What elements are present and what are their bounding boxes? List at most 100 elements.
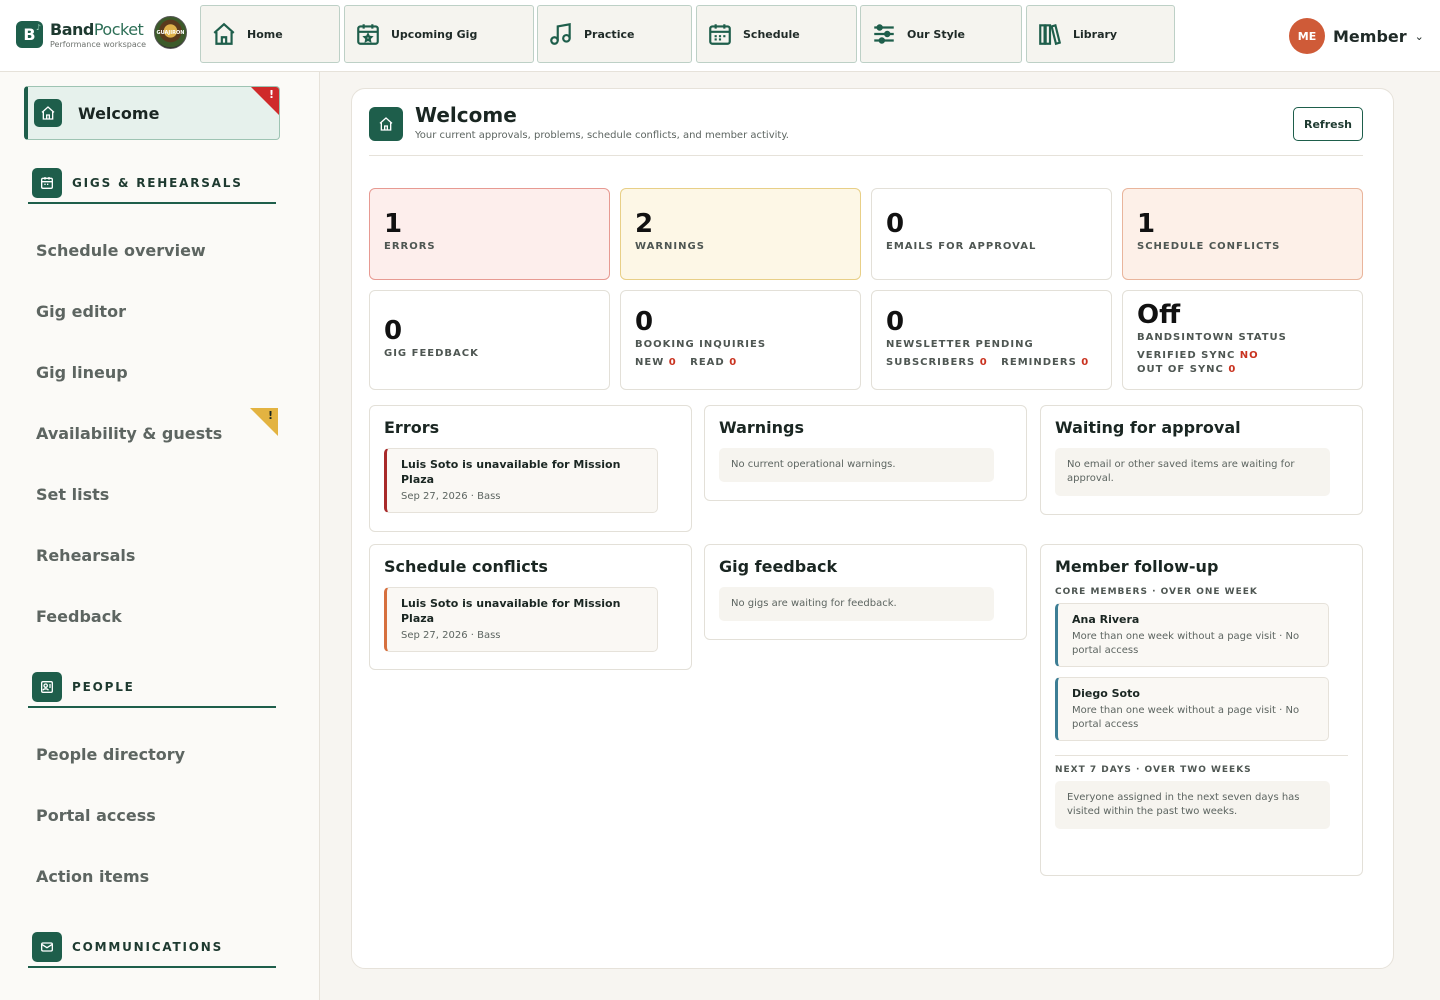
avatar: ME bbox=[1289, 18, 1325, 54]
stat-newsletter-pending[interactable]: 0 NEWSLETTER PENDING SUBSCRIBERS 0 REMIN… bbox=[871, 290, 1112, 390]
band-badge-logo: GUAJIRON bbox=[154, 16, 187, 49]
nav-tab-label: Library bbox=[1073, 27, 1118, 41]
card-title: Waiting for approval bbox=[1055, 418, 1241, 437]
list-item[interactable]: Luis Soto is unavailable for Mission Pla… bbox=[384, 587, 658, 652]
issue-meta: Sep 27, 2026 · Bass bbox=[401, 491, 501, 502]
sidebar-item-gig-editor[interactable]: Gig editor bbox=[36, 302, 126, 321]
subsection-heading: CORE MEMBERS · OVER ONE WEEK bbox=[1055, 587, 1258, 597]
stat-gig-feedback[interactable]: 0 GIG FEEDBACK bbox=[369, 290, 610, 390]
sidebar-item-welcome[interactable]: Welcome ! bbox=[24, 86, 280, 140]
alert-icon: ! bbox=[268, 88, 274, 101]
stat-label: EMAILS FOR APPROVAL bbox=[886, 241, 1037, 252]
sidebar: Welcome ! GIGS & REHEARSALS Schedule ove… bbox=[0, 72, 320, 1000]
list-item[interactable]: Diego Soto More than one week without a … bbox=[1055, 677, 1329, 741]
card-title: Errors bbox=[384, 418, 440, 437]
mail-icon bbox=[32, 932, 62, 962]
nav-tab-home[interactable]: Home bbox=[200, 5, 340, 63]
chevron-down-icon: ⌄ bbox=[1414, 29, 1424, 43]
books-icon bbox=[1039, 23, 1062, 46]
stat-errors[interactable]: 1 ERRORS bbox=[369, 188, 610, 280]
nav-tab-upcoming-gig[interactable]: Upcoming Gig bbox=[344, 5, 534, 63]
card-member-follow-up: Member follow-up CORE MEMBERS · OVER ONE… bbox=[1040, 544, 1363, 876]
list-item[interactable]: Luis Soto is unavailable for Mission Pla… bbox=[384, 448, 658, 513]
stat-value: 1 bbox=[1137, 209, 1156, 239]
stat-emails-for-approval[interactable]: 0 EMAILS FOR APPROVAL bbox=[871, 188, 1112, 280]
stat-value: 0 bbox=[635, 307, 654, 337]
error-alert-flag bbox=[251, 87, 279, 115]
calendar-icon bbox=[32, 168, 62, 198]
subsection-heading: NEXT 7 DAYS · OVER TWO WEEKS bbox=[1055, 765, 1252, 775]
stat-value: Off bbox=[1137, 300, 1181, 330]
top-bar: B ♪ BandPocket Performance workspace GUAJ… bbox=[0, 0, 1440, 72]
sidebar-item-action-items[interactable]: Action items bbox=[36, 867, 149, 886]
card-title: Gig feedback bbox=[719, 557, 838, 576]
stat-label: BANDSINTOWN STATUS bbox=[1137, 332, 1287, 343]
stat-label: SCHEDULE CONFLICTS bbox=[1137, 241, 1281, 252]
nav-tab-our-style[interactable]: Our Style bbox=[860, 5, 1022, 63]
list-item[interactable]: Ana Rivera More than one week without a … bbox=[1055, 603, 1329, 667]
stat-warnings[interactable]: 2 WARNINGS bbox=[620, 188, 861, 280]
home-icon bbox=[369, 107, 403, 141]
stat-label: BOOKING INQUIRIES bbox=[635, 339, 767, 350]
section-communications: COMMUNICATIONS bbox=[28, 928, 276, 968]
stat-detail: SUBSCRIBERS 0 REMINDERS 0 bbox=[886, 357, 1090, 368]
member-name: Member bbox=[1333, 26, 1407, 46]
stat-detail: VERIFIED SYNC NO bbox=[1137, 350, 1259, 361]
nav-tab-schedule[interactable]: Schedule bbox=[696, 5, 857, 63]
stat-booking-inquiries[interactable]: 0 BOOKING INQUIRIES NEW 0 READ 0 bbox=[620, 290, 861, 390]
stat-detail: NEW 0 READ 0 bbox=[635, 357, 738, 368]
refresh-button[interactable]: Refresh bbox=[1293, 107, 1363, 141]
sidebar-item-gig-lineup[interactable]: Gig lineup bbox=[36, 363, 128, 382]
page-title: Welcome bbox=[415, 103, 517, 127]
sidebar-item-feedback[interactable]: Feedback bbox=[36, 607, 122, 626]
card-schedule-conflicts: Schedule conflicts Luis Soto is unavaila… bbox=[369, 544, 692, 670]
card-waiting-for-approval: Waiting for approval No email or other s… bbox=[1040, 405, 1363, 515]
stat-detail: OUT OF SYNC 0 bbox=[1137, 364, 1237, 375]
sidebar-item-portal-access[interactable]: Portal access bbox=[36, 806, 156, 825]
divider bbox=[1055, 755, 1348, 756]
id-card-icon bbox=[32, 672, 62, 702]
page-subtitle: Your current approvals, problems, schedu… bbox=[415, 130, 789, 141]
nav-tab-label: Upcoming Gig bbox=[391, 27, 478, 41]
sidebar-item-schedule-overview[interactable]: Schedule overview bbox=[36, 241, 206, 260]
stat-value: 0 bbox=[886, 307, 905, 337]
issue-meta: Sep 27, 2026 · Bass bbox=[401, 630, 501, 641]
stat-label: ERRORS bbox=[384, 241, 436, 252]
brand-logo[interactable]: B ♪ BandPocket Performance workspace bbox=[16, 20, 146, 49]
nav-tab-label: Schedule bbox=[743, 27, 800, 41]
stat-value: 0 bbox=[384, 316, 403, 346]
section-gigs-rehearsals: GIGS & REHEARSALS bbox=[28, 164, 276, 204]
sidebar-item-availability-guests[interactable]: Availability & guests bbox=[36, 424, 222, 443]
sidebar-item-label: Welcome bbox=[78, 103, 160, 123]
card-title: Warnings bbox=[719, 418, 805, 437]
member-menu[interactable]: ME Member ⌄ bbox=[1289, 18, 1424, 54]
section-label: COMMUNICATIONS bbox=[72, 940, 224, 954]
calendar-icon bbox=[709, 24, 731, 45]
card-gig-feedback: Gig feedback No gigs are waiting for fee… bbox=[704, 544, 1027, 640]
section-people: PEOPLE bbox=[28, 668, 276, 708]
nav-tab-practice[interactable]: Practice bbox=[537, 5, 692, 63]
stat-label: WARNINGS bbox=[635, 241, 705, 252]
stat-value: 2 bbox=[635, 209, 654, 239]
sidebar-item-people-directory[interactable]: People directory bbox=[36, 745, 185, 764]
warning-alert-flag bbox=[250, 408, 278, 436]
brand-name: BandPocket bbox=[50, 20, 144, 39]
nav-tab-label: Home bbox=[247, 27, 283, 41]
stat-bandsintown-status[interactable]: Off BANDSINTOWN STATUS VERIFIED SYNC NO … bbox=[1122, 290, 1363, 390]
brand-mark-icon: B ♪ bbox=[16, 21, 43, 48]
issue-title: Luis Soto is unavailable for Mission Pla… bbox=[401, 458, 621, 486]
nav-tab-label: Practice bbox=[584, 27, 635, 41]
card-warnings: Warnings No current operational warnings… bbox=[704, 405, 1027, 501]
stat-value: 1 bbox=[384, 209, 403, 239]
stat-label: GIG FEEDBACK bbox=[384, 348, 479, 359]
stat-schedule-conflicts[interactable]: 1 SCHEDULE CONFLICTS bbox=[1122, 188, 1363, 280]
issue-title: Luis Soto is unavailable for Mission Pla… bbox=[401, 597, 621, 625]
nav-tab-library[interactable]: Library bbox=[1026, 5, 1175, 63]
sidebar-item-rehearsals[interactable]: Rehearsals bbox=[36, 546, 135, 565]
card-title: Member follow-up bbox=[1055, 557, 1219, 576]
card-errors: Errors Luis Soto is unavailable for Miss… bbox=[369, 405, 692, 532]
empty-state: Everyone assigned in the next seven days… bbox=[1055, 781, 1330, 829]
sidebar-item-set-lists[interactable]: Set lists bbox=[36, 485, 109, 504]
nav-tab-label: Our Style bbox=[907, 27, 966, 41]
section-label: GIGS & REHEARSALS bbox=[72, 176, 243, 190]
